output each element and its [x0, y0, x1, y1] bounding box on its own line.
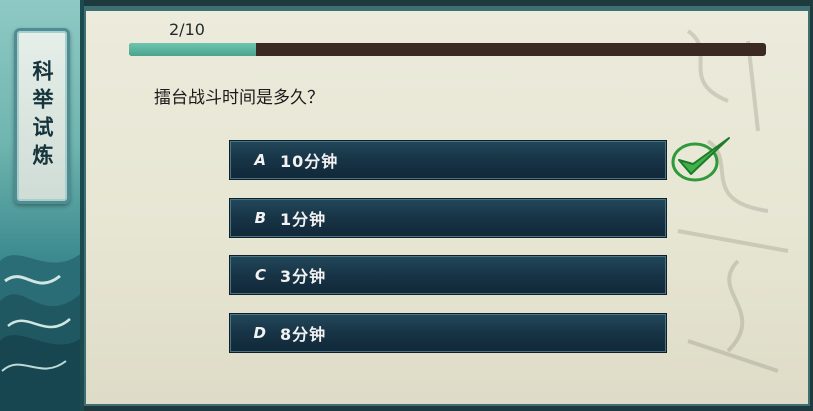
option-letter: A: [254, 151, 266, 169]
option-letter: B: [254, 209, 266, 227]
answer-option-d[interactable]: D 8分钟: [229, 313, 667, 353]
option-text: 8分钟: [280, 325, 327, 344]
progress-bar: [129, 43, 766, 56]
title-plaque: 科举试炼: [14, 28, 70, 204]
option-text: 1分钟: [280, 210, 327, 229]
left-banner: 科举试炼: [0, 0, 84, 411]
quiz-panel: 2/10 擂台战斗时间是多久？ A 10分钟 B 1分钟 C 3分钟 D 8分钟: [84, 6, 810, 406]
progress-counter: 2/10: [169, 20, 205, 39]
option-text: 3分钟: [280, 267, 327, 286]
progress-bar-fill: [129, 43, 257, 56]
answer-option-b[interactable]: B 1分钟: [229, 198, 667, 238]
checkmark-icon: [671, 137, 730, 182]
option-letter: D: [253, 324, 266, 342]
answer-option-a[interactable]: A 10分钟: [229, 140, 667, 180]
calligraphy-background-decoration: [677, 29, 789, 373]
option-text: 10分钟: [280, 152, 339, 171]
cloud-wave-decoration: [0, 253, 80, 411]
option-letter: C: [254, 266, 266, 284]
page-title: 科举试炼: [30, 60, 55, 172]
question-text: 擂台战斗时间是多久？: [154, 88, 324, 108]
answer-option-c[interactable]: C 3分钟: [229, 255, 667, 295]
